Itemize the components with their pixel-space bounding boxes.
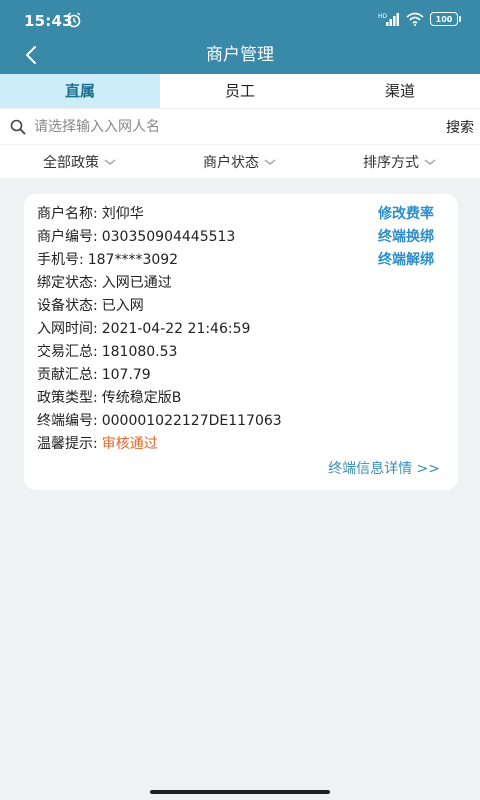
search-input[interactable] (34, 115, 414, 139)
svg-text:HD: HD (378, 13, 388, 20)
terminal-unbind-button[interactable]: 终端解绑 (378, 249, 434, 271)
policy-type-row: 政策类型: 传统稳定版B (37, 387, 181, 409)
app-header: 15:43 HD 100 商户管理 (0, 0, 480, 74)
terminal-id-row: 终端编号: 000001022127DE117063 (37, 410, 282, 432)
chevron-down-icon (424, 158, 436, 165)
device-status-row: 设备状态: 已入网 (37, 295, 144, 317)
merchant-name-row: 商户名称: 刘仰华 (37, 203, 144, 225)
field-value: 传统稳定版B (101, 390, 182, 406)
field-label: 入网时间: (37, 321, 98, 337)
chevron-down-icon (264, 158, 276, 165)
field-value: 187****3092 (87, 252, 179, 268)
filter-status-label: 商户状态 (203, 154, 259, 171)
tab-channel[interactable]: 渠道 (320, 74, 480, 108)
tab-bar: 直属 员工 渠道 (0, 74, 480, 108)
field-value: 107.79 (101, 367, 151, 383)
filter-policy[interactable]: 全部政策 (0, 145, 160, 178)
filter-sort-label: 排序方式 (363, 154, 419, 171)
alarm-icon (67, 12, 81, 28)
contribution-row: 贡献汇总: 107.79 (37, 364, 151, 386)
signal-icon: HD (378, 13, 399, 26)
merchant-id-row: 商户编号: 030350904445513 (37, 226, 235, 248)
modify-rate-button[interactable]: 修改费率 (378, 203, 434, 225)
filter-sort[interactable]: 排序方式 (320, 145, 480, 178)
notice-row: 温馨提示: 审核通过 (37, 433, 158, 455)
field-label: 温馨提示: (37, 436, 98, 452)
field-value: 入网已通过 (101, 275, 172, 291)
field-label: 商户名称: (37, 206, 98, 222)
bind-status-row: 绑定状态: 入网已通过 (37, 272, 172, 294)
filter-policy-label: 全部政策 (43, 154, 99, 171)
field-value: 已入网 (101, 298, 144, 314)
field-label: 手机号: (37, 252, 84, 268)
search-bar: 搜索 (0, 108, 480, 144)
field-label: 商户编号: (37, 229, 98, 245)
trade-total-row: 交易汇总: 181080.53 (37, 341, 177, 363)
filter-status[interactable]: 商户状态 (160, 145, 320, 178)
battery-icon: 100 (430, 12, 461, 26)
field-value: 刘仰华 (101, 206, 144, 222)
tab-direct[interactable]: 直属 (0, 74, 160, 108)
field-label: 贡献汇总: (37, 367, 98, 383)
battery-level: 100 (435, 14, 453, 24)
search-button[interactable]: 搜索 (446, 117, 474, 137)
phone-row: 手机号: 187****3092 (37, 249, 178, 271)
merchant-card: 商户名称: 刘仰华 商户编号: 030350904445513 手机号: 187***… (24, 194, 458, 490)
filter-bar: 全部政策 商户状态 排序方式 (0, 144, 480, 178)
join-time-row: 入网时间: 2021-04-22 21:46:59 (37, 318, 250, 340)
review-status: 审核通过 (101, 436, 158, 452)
chevron-down-icon (104, 158, 116, 165)
field-value: 030350904445513 (101, 229, 236, 245)
status-icons: HD 100 (378, 12, 461, 26)
terminal-detail-link[interactable]: 终端信息详情 >> (328, 458, 440, 478)
field-value: 2021-04-22 21:46:59 (101, 321, 251, 337)
status-bar: 15:43 HD 100 (0, 0, 480, 40)
field-label: 政策类型: (37, 390, 98, 406)
field-label: 设备状态: (37, 298, 98, 314)
field-label: 终端编号: (37, 413, 98, 429)
tab-staff[interactable]: 员工 (160, 74, 320, 108)
field-label: 交易汇总: (37, 344, 98, 360)
field-value: 181080.53 (101, 344, 178, 360)
home-indicator[interactable] (150, 790, 330, 794)
wifi-icon (406, 12, 424, 26)
field-label: 绑定状态: (37, 275, 98, 291)
terminal-rebind-button[interactable]: 终端换绑 (378, 226, 434, 248)
field-value: 000001022127DE117063 (101, 413, 282, 429)
search-icon (10, 119, 26, 135)
page-title: 商户管理 (206, 45, 274, 65)
